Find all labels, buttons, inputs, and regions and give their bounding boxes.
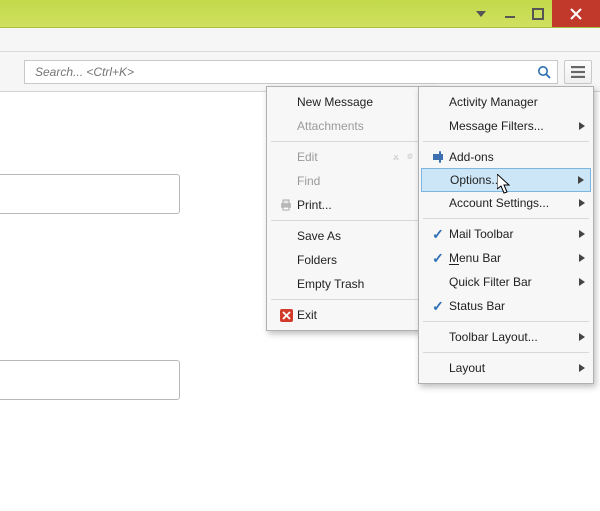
menu-separator xyxy=(423,352,589,353)
submenu-quick-filter-bar[interactable]: Quick Filter Bar xyxy=(421,270,591,294)
search-box[interactable] xyxy=(24,60,558,84)
menu-label: Layout xyxy=(449,361,575,375)
panel-placeholder xyxy=(0,360,180,400)
menu-label: Save As xyxy=(297,229,417,243)
menu-label: Account Settings... xyxy=(449,196,575,210)
menu-label: Message Filters... xyxy=(449,119,575,133)
submenu-toolbar-layout[interactable]: Toolbar Layout... xyxy=(421,325,591,349)
submenu-message-filters[interactable]: Message Filters... xyxy=(421,114,591,138)
menu-label: Exit xyxy=(297,308,417,322)
menu-label: Print... xyxy=(297,198,417,212)
menu-empty-trash[interactable]: Empty Trash xyxy=(269,272,433,296)
menu-print[interactable]: Print... xyxy=(269,193,433,217)
window-titlebar xyxy=(0,0,600,28)
search-input[interactable] xyxy=(33,64,535,80)
search-icon[interactable] xyxy=(535,63,553,81)
menu-label: New Message xyxy=(297,95,417,109)
menu-label: Attachments xyxy=(297,119,417,133)
menu-label: Status Bar xyxy=(449,299,575,313)
submenu-options[interactable]: Options... xyxy=(421,168,591,192)
addons-icon xyxy=(427,150,449,164)
menu-separator xyxy=(271,299,431,300)
menu-separator xyxy=(271,141,431,142)
menu-folders[interactable]: Folders xyxy=(269,248,433,272)
options-submenu: Activity Manager Message Filters... Add-… xyxy=(418,86,594,384)
menu-label: Mail Toolbar xyxy=(449,227,575,241)
menu-label: Activity Manager xyxy=(449,95,575,109)
menu-label: Menu Bar xyxy=(449,251,575,265)
menu-label: Find xyxy=(297,174,417,188)
menu-separator xyxy=(423,141,589,142)
exit-icon xyxy=(275,309,297,322)
app-menu-button[interactable] xyxy=(564,60,592,84)
menu-edit: Edit xyxy=(269,145,433,169)
submenu-layout[interactable]: Layout xyxy=(421,356,591,380)
menu-label: Options... xyxy=(450,173,574,187)
cut-icon xyxy=(393,150,399,164)
submenu-addons[interactable]: Add-ons xyxy=(421,145,591,169)
menu-exit[interactable]: Exit xyxy=(269,303,433,327)
titlebar-dropdown[interactable] xyxy=(472,0,490,27)
menu-find[interactable]: Find xyxy=(269,169,433,193)
menu-label: Edit xyxy=(297,150,391,164)
check-icon: ✓ xyxy=(432,226,444,243)
window-minimize-button[interactable] xyxy=(496,0,524,27)
menu-separator xyxy=(423,218,589,219)
app-menu: New Message Attachments Edit Find xyxy=(266,86,436,331)
panel-placeholder xyxy=(0,174,180,214)
menu-label: Toolbar Layout... xyxy=(449,330,575,344)
menu-label: Empty Trash xyxy=(297,277,417,291)
menu-label: Add-ons xyxy=(449,150,575,164)
copy-icon xyxy=(407,150,413,164)
menu-label: Folders xyxy=(297,253,417,267)
submenu-menu-bar[interactable]: ✓ Menu Bar xyxy=(421,246,591,270)
submenu-status-bar[interactable]: ✓ Status Bar xyxy=(421,294,591,318)
menu-separator xyxy=(423,321,589,322)
check-icon: ✓ xyxy=(432,250,444,267)
submenu-mail-toolbar[interactable]: ✓ Mail Toolbar xyxy=(421,222,591,246)
menu-attachments: Attachments xyxy=(269,114,433,138)
window-close-button[interactable] xyxy=(552,0,600,27)
menu-label: Quick Filter Bar xyxy=(449,275,575,289)
menu-new-message[interactable]: New Message xyxy=(269,90,433,114)
window-maximize-button[interactable] xyxy=(524,0,552,27)
print-icon xyxy=(275,198,297,212)
submenu-activity-manager[interactable]: Activity Manager xyxy=(421,90,591,114)
menu-save-as[interactable]: Save As xyxy=(269,224,433,248)
tab-strip xyxy=(0,28,600,52)
submenu-account-settings[interactable]: Account Settings... xyxy=(421,191,591,215)
check-icon: ✓ xyxy=(432,298,444,315)
menu-separator xyxy=(271,220,431,221)
